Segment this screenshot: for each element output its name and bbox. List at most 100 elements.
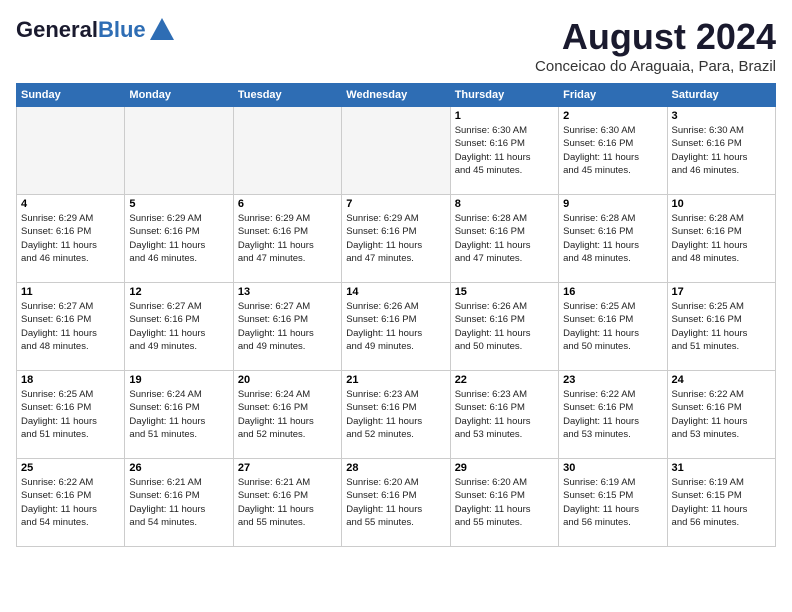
day-info: Sunrise: 6:22 AM Sunset: 6:16 PM Dayligh… [563, 388, 662, 441]
day-number: 20 [238, 374, 337, 386]
day-cell: 4 Sunrise: 6:29 AM Sunset: 6:16 PM Daylig… [17, 195, 125, 283]
day-cell: 15 Sunrise: 6:26 AM Sunset: 6:16 PM Dayli… [450, 283, 558, 371]
day-info: Sunrise: 6:27 AM Sunset: 6:16 PM Dayligh… [238, 300, 337, 353]
day-info: Sunrise: 6:29 AM Sunset: 6:16 PM Dayligh… [238, 212, 337, 265]
day-cell: 27 Sunrise: 6:21 AM Sunset: 6:16 PM Dayli… [233, 459, 341, 547]
day-cell: 30 Sunrise: 6:19 AM Sunset: 6:15 PM Dayli… [559, 459, 667, 547]
month-title: August 2024 [535, 16, 776, 58]
day-number: 4 [21, 198, 120, 210]
day-number: 12 [129, 286, 228, 298]
weekday-header-sunday: Sunday [17, 84, 125, 107]
day-cell: 23 Sunrise: 6:22 AM Sunset: 6:16 PM Dayli… [559, 371, 667, 459]
day-cell [125, 107, 233, 195]
day-info: Sunrise: 6:19 AM Sunset: 6:15 PM Dayligh… [563, 476, 662, 529]
day-number: 29 [455, 462, 554, 474]
day-number: 27 [238, 462, 337, 474]
location: Conceicao do Araguaia, Para, Brazil [535, 58, 776, 75]
day-info: Sunrise: 6:26 AM Sunset: 6:16 PM Dayligh… [455, 300, 554, 353]
day-cell: 25 Sunrise: 6:22 AM Sunset: 6:16 PM Dayli… [17, 459, 125, 547]
day-cell: 8 Sunrise: 6:28 AM Sunset: 6:16 PM Daylig… [450, 195, 558, 283]
day-info: Sunrise: 6:24 AM Sunset: 6:16 PM Dayligh… [238, 388, 337, 441]
day-cell: 28Sunrise: 6:20 AM Sunset: 6:16 PM Dayli… [342, 459, 450, 547]
week-row-2: 4 Sunrise: 6:29 AM Sunset: 6:16 PM Daylig… [17, 195, 776, 283]
day-cell: 5 Sunrise: 6:29 AM Sunset: 6:16 PM Daylig… [125, 195, 233, 283]
day-info: Sunrise: 6:24 AM Sunset: 6:16 PM Dayligh… [129, 388, 228, 441]
day-info: Sunrise: 6:28 AM Sunset: 6:16 PM Dayligh… [563, 212, 662, 265]
day-cell: 17Sunrise: 6:25 AM Sunset: 6:16 PM Dayli… [667, 283, 775, 371]
day-number: 15 [455, 286, 554, 298]
day-cell: 24Sunrise: 6:22 AM Sunset: 6:16 PM Dayli… [667, 371, 775, 459]
day-info: Sunrise: 6:23 AM Sunset: 6:16 PM Dayligh… [346, 388, 445, 441]
page-header: GeneralBlue August 2024 Conceicao do Ara… [16, 16, 776, 75]
day-number: 25 [21, 462, 120, 474]
week-row-5: 25 Sunrise: 6:22 AM Sunset: 6:16 PM Dayli… [17, 459, 776, 547]
weekday-header-friday: Friday [559, 84, 667, 107]
weekday-header-tuesday: Tuesday [233, 84, 341, 107]
day-cell: 14 Sunrise: 6:26 AM Sunset: 6:16 PM Dayli… [342, 283, 450, 371]
day-info: Sunrise: 6:25 AM Sunset: 6:16 PM Dayligh… [672, 300, 771, 353]
weekday-header-monday: Monday [125, 84, 233, 107]
day-number: 31 [672, 462, 771, 474]
day-info: Sunrise: 6:21 AM Sunset: 6:16 PM Dayligh… [238, 476, 337, 529]
day-number: 9 [563, 198, 662, 210]
day-cell: 6 Sunrise: 6:29 AM Sunset: 6:16 PM Daylig… [233, 195, 341, 283]
day-number: 23 [563, 374, 662, 386]
day-number: 18 [21, 374, 120, 386]
day-number: 1 [455, 110, 554, 122]
day-info: Sunrise: 6:27 AM Sunset: 6:16 PM Dayligh… [129, 300, 228, 353]
weekday-header-thursday: Thursday [450, 84, 558, 107]
day-number: 3 [672, 110, 771, 122]
week-row-3: 11 Sunrise: 6:27 AM Sunset: 6:16 PM Dayli… [17, 283, 776, 371]
day-cell [233, 107, 341, 195]
weekday-header-row: SundayMondayTuesdayWednesdayThursdayFrid… [17, 84, 776, 107]
day-info: Sunrise: 6:29 AM Sunset: 6:16 PM Dayligh… [346, 212, 445, 265]
day-number: 26 [129, 462, 228, 474]
day-cell: 29Sunrise: 6:20 AM Sunset: 6:16 PM Dayli… [450, 459, 558, 547]
day-info: Sunrise: 6:30 AM Sunset: 6:16 PM Dayligh… [563, 124, 662, 177]
day-number: 10 [672, 198, 771, 210]
day-info: Sunrise: 6:19 AM Sunset: 6:15 PM Dayligh… [672, 476, 771, 529]
logo: GeneralBlue [16, 16, 176, 44]
day-info: Sunrise: 6:21 AM Sunset: 6:16 PM Dayligh… [129, 476, 228, 529]
day-cell: 22Sunrise: 6:23 AM Sunset: 6:16 PM Dayli… [450, 371, 558, 459]
day-info: Sunrise: 6:30 AM Sunset: 6:16 PM Dayligh… [455, 124, 554, 177]
day-cell: 13 Sunrise: 6:27 AM Sunset: 6:16 PM Dayli… [233, 283, 341, 371]
day-cell: 10 Sunrise: 6:28 AM Sunset: 6:16 PM Dayli… [667, 195, 775, 283]
day-cell: 9 Sunrise: 6:28 AM Sunset: 6:16 PM Daylig… [559, 195, 667, 283]
day-info: Sunrise: 6:23 AM Sunset: 6:16 PM Dayligh… [455, 388, 554, 441]
day-cell: 11Sunrise: 6:27 AM Sunset: 6:16 PM Dayli… [17, 283, 125, 371]
day-cell: 19Sunrise: 6:24 AM Sunset: 6:16 PM Dayli… [125, 371, 233, 459]
day-info: Sunrise: 6:30 AM Sunset: 6:16 PM Dayligh… [672, 124, 771, 177]
day-info: Sunrise: 6:28 AM Sunset: 6:16 PM Dayligh… [455, 212, 554, 265]
day-info: Sunrise: 6:22 AM Sunset: 6:16 PM Dayligh… [21, 476, 120, 529]
day-number: 30 [563, 462, 662, 474]
calendar-table: SundayMondayTuesdayWednesdayThursdayFrid… [16, 83, 776, 547]
day-cell: 21 Sunrise: 6:23 AM Sunset: 6:16 PM Dayli… [342, 371, 450, 459]
logo-text: GeneralBlue [16, 18, 146, 42]
day-cell: 12 Sunrise: 6:27 AM Sunset: 6:16 PM Dayli… [125, 283, 233, 371]
day-number: 7 [346, 198, 445, 210]
day-info: Sunrise: 6:28 AM Sunset: 6:16 PM Dayligh… [672, 212, 771, 265]
week-row-1: 1 Sunrise: 6:30 AM Sunset: 6:16 PM Daylig… [17, 107, 776, 195]
day-info: Sunrise: 6:29 AM Sunset: 6:16 PM Dayligh… [129, 212, 228, 265]
day-info: Sunrise: 6:25 AM Sunset: 6:16 PM Dayligh… [563, 300, 662, 353]
day-number: 8 [455, 198, 554, 210]
day-number: 5 [129, 198, 228, 210]
day-number: 13 [238, 286, 337, 298]
day-info: Sunrise: 6:29 AM Sunset: 6:16 PM Dayligh… [21, 212, 120, 265]
day-cell: 3 Sunrise: 6:30 AM Sunset: 6:16 PM Daylig… [667, 107, 775, 195]
day-number: 21 [346, 374, 445, 386]
day-cell: 1 Sunrise: 6:30 AM Sunset: 6:16 PM Daylig… [450, 107, 558, 195]
title-area: August 2024 Conceicao do Araguaia, Para,… [535, 16, 776, 75]
day-cell [342, 107, 450, 195]
day-cell: 16Sunrise: 6:25 AM Sunset: 6:16 PM Dayli… [559, 283, 667, 371]
day-number: 14 [346, 286, 445, 298]
day-cell: 31 Sunrise: 6:19 AM Sunset: 6:15 PM Dayli… [667, 459, 775, 547]
day-info: Sunrise: 6:25 AM Sunset: 6:16 PM Dayligh… [21, 388, 120, 441]
day-cell: 7 Sunrise: 6:29 AM Sunset: 6:16 PM Daylig… [342, 195, 450, 283]
day-number: 6 [238, 198, 337, 210]
day-info: Sunrise: 6:26 AM Sunset: 6:16 PM Dayligh… [346, 300, 445, 353]
day-info: Sunrise: 6:22 AM Sunset: 6:16 PM Dayligh… [672, 388, 771, 441]
day-cell: 26 Sunrise: 6:21 AM Sunset: 6:16 PM Dayli… [125, 459, 233, 547]
day-number: 11 [21, 286, 120, 298]
